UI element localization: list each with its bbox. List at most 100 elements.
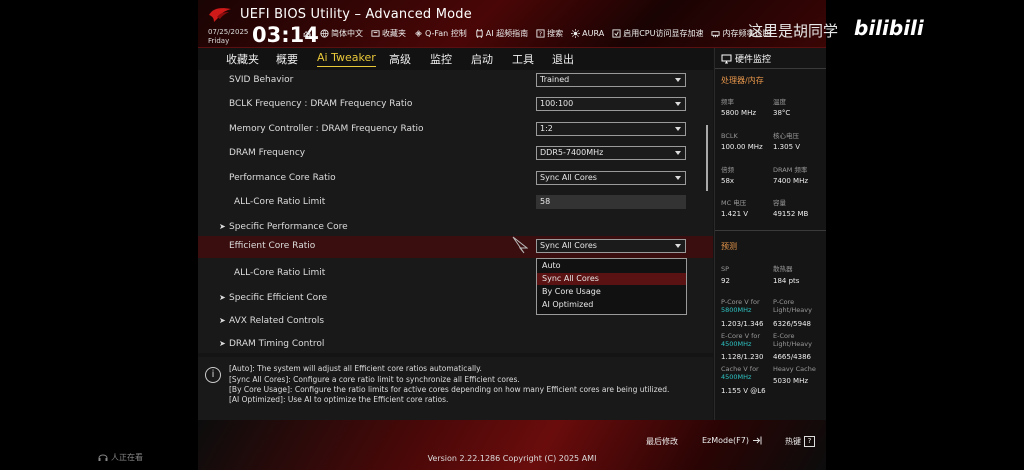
- setting-select[interactable]: 1:2: [536, 122, 686, 136]
- setting-select[interactable]: Sync All Cores: [536, 239, 686, 253]
- stat-label: 倍频: [721, 166, 734, 174]
- stat-label-line: Heavy Cache: [773, 365, 816, 373]
- setting-row[interactable]: Memory Controller : DRAM Frequency Ratio…: [198, 119, 713, 141]
- ratio-limit-input[interactable]: 58: [536, 195, 686, 209]
- stat-label: DRAM 频率: [773, 166, 808, 174]
- hotkeys-button[interactable]: 热键 ?: [785, 436, 815, 447]
- bilibili-logo: bilibili: [854, 16, 924, 40]
- tab-tool[interactable]: 工具: [512, 51, 534, 67]
- setting-row[interactable]: ALL-Core Ratio Limit 58: [198, 192, 713, 214]
- search-icon: ?: [536, 29, 545, 38]
- divider: [715, 68, 826, 69]
- help-line: [Sync All Cores]: Configure a core ratio…: [229, 375, 520, 384]
- option-label: By Core Usage: [542, 287, 601, 296]
- setting-row[interactable]: SVID Behavior Trained: [198, 70, 713, 92]
- setting-label: Specific Efficient Core: [229, 293, 328, 303]
- tool-ai-guide-label: AI 超频指南: [485, 29, 529, 38]
- hotkeys-label: 热键: [785, 437, 801, 446]
- ezmode-button[interactable]: EzMode(F7): [702, 436, 763, 445]
- tab-monitor[interactable]: 监控: [430, 51, 452, 67]
- stat-value: 58x: [721, 177, 735, 185]
- tool-cpu-vram[interactable]: 启用CPU访问显存加速: [612, 28, 703, 39]
- tab-boot[interactable]: 启动: [471, 51, 493, 67]
- setting-label: Performance Core Ratio: [229, 173, 336, 183]
- stat-label: MC 电压: [721, 199, 747, 207]
- setting-label: Specific Performance Core: [229, 222, 348, 232]
- footer-bar: 最后修改 EzMode(F7) 热键 ? Version 2.22.1286 C…: [198, 420, 826, 470]
- settings-panel: SVID Behavior Trained BCLK Frequency : D…: [198, 70, 713, 353]
- tool-search[interactable]: ? 搜索: [536, 28, 563, 39]
- version-text: Version 2.22.1286 Copyright (C) 2025 AMI: [427, 454, 597, 463]
- tab-ai-tweaker[interactable]: Ai Tweaker: [317, 51, 376, 67]
- stat-label-line: Cache V for: [721, 365, 759, 373]
- viewer-count: 人正在看: [98, 452, 143, 463]
- dropdown-option-selected[interactable]: Sync All Cores: [537, 273, 686, 285]
- tool-language[interactable]: 简体中文: [320, 28, 363, 39]
- dropdown-list[interactable]: Auto Sync All Cores By Core Usage AI Opt…: [536, 258, 687, 315]
- stat-value: 1.155 V @L6: [721, 387, 766, 395]
- rog-logo-icon: [209, 8, 231, 22]
- setting-row-submenu[interactable]: ➤ DRAM Timing Control: [198, 334, 713, 353]
- select-value: Sync All Cores: [540, 173, 597, 182]
- tab-favorites[interactable]: 收藏夹: [226, 51, 259, 67]
- tool-qfan[interactable]: Q-Fan 控制: [414, 28, 467, 39]
- setting-label: BCLK Frequency : DRAM Frequency Ratio: [229, 99, 413, 109]
- section-prediction: 预测: [721, 242, 737, 251]
- tool-aura[interactable]: AURA: [571, 28, 604, 39]
- tool-ai-guide[interactable]: AI 超频指南: [475, 28, 528, 39]
- tab-main[interactable]: 概要: [276, 51, 298, 67]
- chevron-right-icon: ➤: [219, 316, 226, 325]
- stat-label: BCLK: [721, 132, 738, 140]
- chip-icon: [612, 29, 621, 38]
- exit-arrow-icon: [752, 436, 762, 445]
- divider: [715, 230, 826, 231]
- mouse-cursor-icon: [512, 236, 528, 254]
- setting-select[interactable]: Trained: [536, 73, 686, 87]
- info-icon: i: [205, 367, 221, 383]
- fan-icon: [415, 30, 422, 37]
- stat-label: P-Core Light/Heavy: [773, 298, 812, 314]
- dropdown-option[interactable]: By Core Usage: [537, 286, 686, 298]
- dropdown-option[interactable]: Auto: [537, 260, 686, 272]
- stat-value: 5800 MHz: [721, 109, 757, 117]
- ezmode-label: EzMode(F7): [702, 436, 749, 445]
- stat-label: E-Core Light/Heavy: [773, 332, 812, 348]
- setting-row[interactable]: BCLK Frequency : DRAM Frequency Ratio 10…: [198, 94, 713, 116]
- bookmark-icon: [371, 30, 380, 37]
- setting-row[interactable]: DRAM Frequency DDR5-7400MHz: [198, 143, 713, 165]
- section-cpu-memory: 处理器/内存: [721, 76, 764, 85]
- gear-icon[interactable]: [302, 30, 312, 40]
- tool-favorites[interactable]: 收藏夹: [371, 28, 406, 39]
- stat-label-freq: 4500MHz: [721, 373, 752, 381]
- tab-advanced[interactable]: 高级: [389, 51, 411, 67]
- setting-label: ALL-Core Ratio Limit: [234, 197, 326, 207]
- date-text: 07/25/2025: [208, 28, 249, 36]
- setting-select[interactable]: DDR5-7400MHz: [536, 146, 686, 160]
- title-text: 硬件监控: [735, 55, 772, 65]
- watermark-text: 这里是胡同学: [748, 22, 839, 40]
- tool-cpu-vram-label: 启用CPU访问显存加速: [623, 29, 704, 38]
- stat-label: Heavy Cache: [773, 365, 816, 373]
- setting-row-selected[interactable]: Efficient Core Ratio Sync All Cores: [198, 236, 713, 258]
- chevron-down-icon: [675, 244, 681, 248]
- chevron-down-icon: [675, 78, 681, 82]
- setting-select[interactable]: 100:100: [536, 97, 686, 111]
- dropdown-option[interactable]: AI Optimized: [537, 299, 686, 311]
- headphones-icon: [98, 454, 108, 461]
- stat-value: 92: [721, 277, 730, 285]
- stat-label: Cache V for 4500MHz: [721, 365, 759, 381]
- chevron-down-icon: [675, 102, 681, 106]
- tab-exit[interactable]: 退出: [552, 51, 574, 67]
- stat-value: 49152 MB: [773, 210, 809, 218]
- last-modified-button[interactable]: 最后修改: [646, 436, 678, 447]
- setting-select[interactable]: Sync All Cores: [536, 171, 686, 185]
- monitor-icon: [721, 54, 732, 63]
- stat-value: 7400 MHz: [773, 177, 809, 185]
- chevron-down-icon: [675, 151, 681, 155]
- stat-label-freq: 5800MHz: [721, 306, 752, 314]
- scrollbar[interactable]: [706, 125, 708, 191]
- last-modified-label: 最后修改: [646, 437, 678, 446]
- setting-row[interactable]: Performance Core Ratio Sync All Cores: [198, 168, 713, 190]
- hardware-monitor-title: 硬件监控: [721, 52, 771, 65]
- tool-search-label: 搜索: [547, 29, 564, 38]
